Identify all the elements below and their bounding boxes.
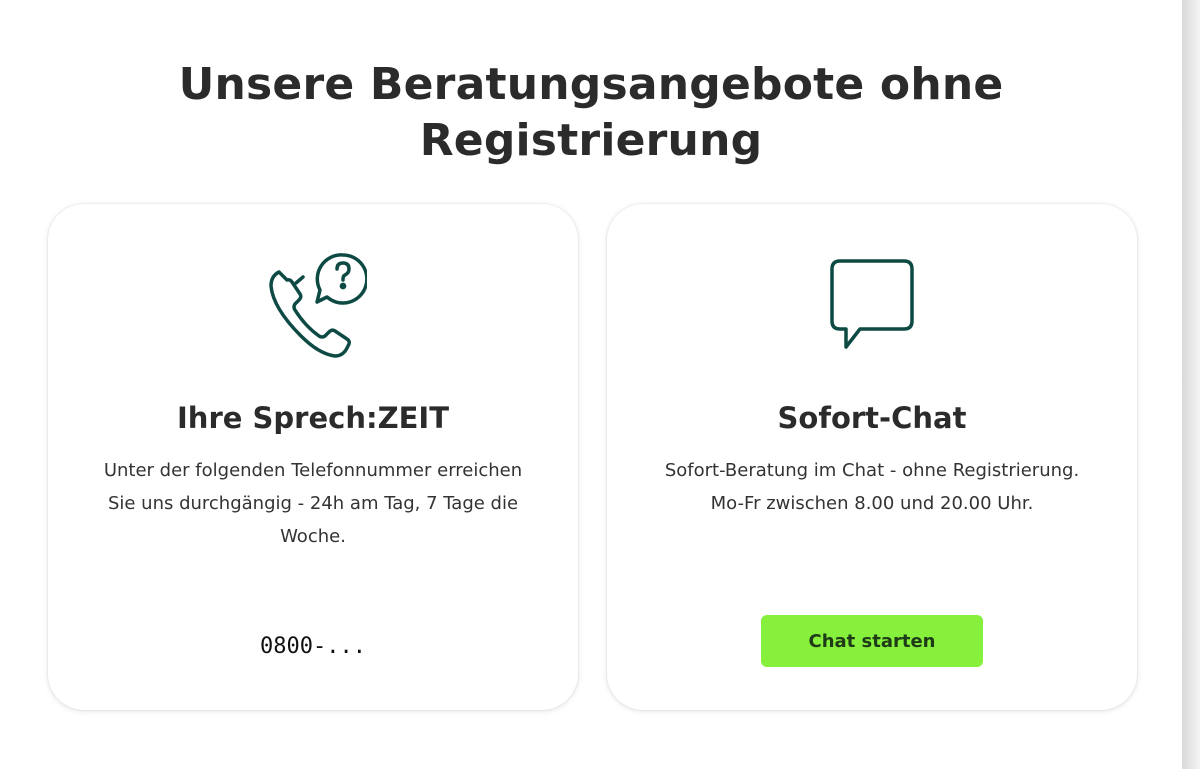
scrollbar-area: [1182, 0, 1200, 769]
card-description: Unter der folgenden Telefonnummer erreic…: [103, 460, 523, 547]
phone-consultation-card: Ihre Sprech:ZEIT Unter der folgenden Tel…: [48, 204, 578, 710]
chat-bubble-icon: [607, 259, 1137, 351]
chat-start-button[interactable]: Chat starten: [761, 615, 983, 667]
phone-number[interactable]: 0800-...: [48, 632, 578, 662]
page-title-line-2: Registrierung: [419, 115, 763, 167]
card-description: Sofort-Beratung im Chat - ohne Registrie…: [664, 460, 1080, 514]
chat-consultation-card: Sofort-Chat Sofort-Beratung im Chat - oh…: [607, 204, 1137, 710]
phone-question-icon: [48, 250, 578, 358]
card-title: Sofort-Chat: [777, 401, 967, 435]
page-title-line-1: Unsere Beratungsangebote ohne: [178, 59, 1004, 111]
page-frame: Unsere Beratungsangebote ohne Registrier…: [0, 0, 1182, 769]
page-title: Unsere Beratungsangebote ohne Registrier…: [0, 57, 1182, 169]
card-title: Ihre Sprech:ZEIT: [177, 401, 449, 435]
